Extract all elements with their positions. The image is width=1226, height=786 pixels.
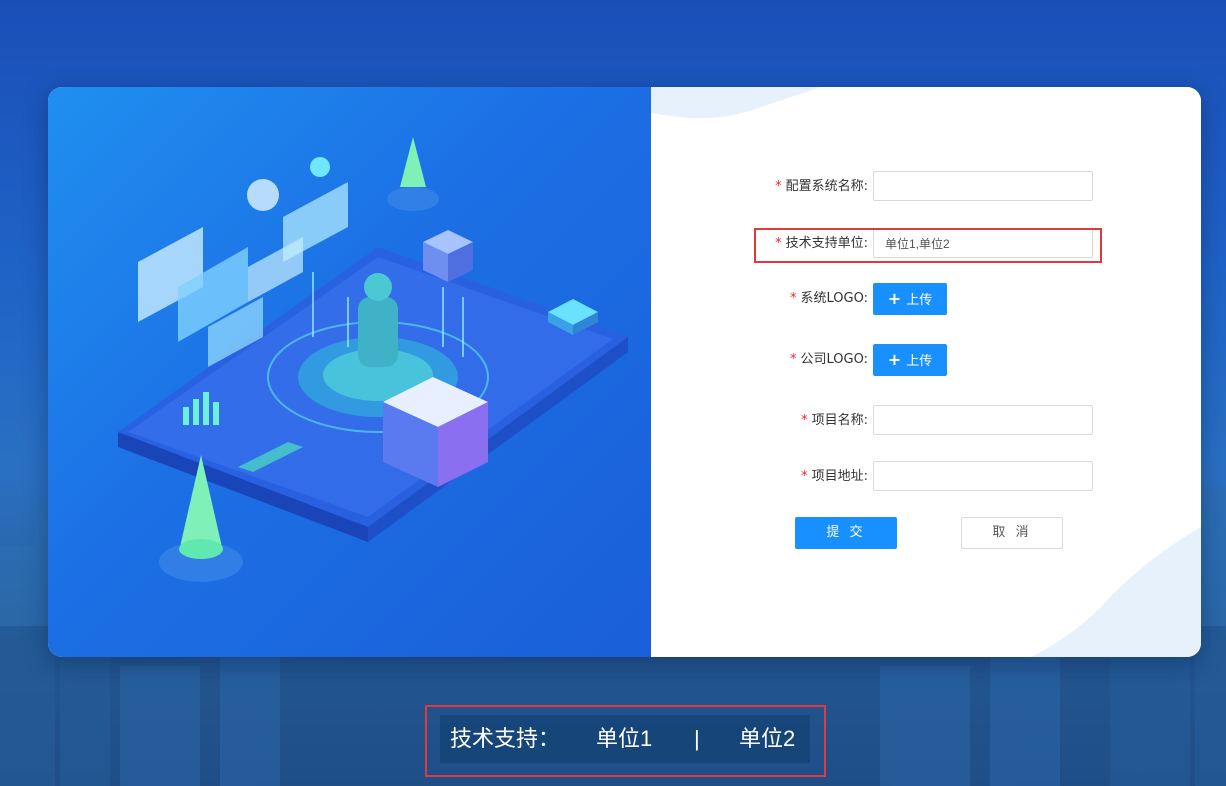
system-name-input[interactable] <box>873 171 1093 201</box>
isometric-illustration <box>48 87 651 657</box>
highlight-box-form <box>754 228 1102 263</box>
company-logo-label: * 公司LOGO: <box>790 352 868 367</box>
login-config-panel: * 配置系统名称: * 技术支持单位: 单位1,单位2 * 系统LOGO: + 上传 *… <box>48 87 1201 657</box>
cancel-button[interactable]: 取 消 <box>961 517 1063 549</box>
field-system-name: * 配置系统名称: <box>651 171 1201 203</box>
system-logo-label: * 系统LOGO: <box>790 291 868 306</box>
project-name-label: * 项目名称: <box>801 413 868 428</box>
project-name-input[interactable] <box>873 405 1093 435</box>
required-mark: * <box>790 352 797 367</box>
required-mark: * <box>790 291 797 306</box>
field-company-logo: * 公司LOGO: + 上传 <box>651 344 1201 376</box>
required-mark: * <box>801 469 808 484</box>
required-mark: * <box>775 179 782 194</box>
field-system-logo: * 系统LOGO: + 上传 <box>651 283 1201 315</box>
required-mark: * <box>801 413 808 428</box>
project-address-input[interactable] <box>873 461 1093 491</box>
plus-icon: + <box>887 350 902 369</box>
footer-separator: | <box>694 726 700 751</box>
field-project-address: * 项目地址: <box>651 461 1201 493</box>
footer-prefix: 技术支持： <box>450 726 561 751</box>
tech-illustration-icon <box>118 137 628 582</box>
field-project-name: * 项目名称: <box>651 405 1201 437</box>
company-logo-upload-button[interactable]: + 上传 <box>873 344 947 376</box>
system-name-label: * 配置系统名称: <box>775 179 868 194</box>
footer-unit2: 单位2 <box>739 726 796 751</box>
project-address-label: * 项目地址: <box>801 469 868 484</box>
system-logo-upload-button[interactable]: + 上传 <box>873 283 947 315</box>
tech-support-footer: 技术支持： 单位1 | 单位2 <box>440 715 810 763</box>
submit-button[interactable]: 提 交 <box>795 517 897 549</box>
config-form: * 配置系统名称: * 技术支持单位: 单位1,单位2 * 系统LOGO: + 上传 *… <box>651 87 1201 657</box>
footer-unit1: 单位1 <box>596 726 653 751</box>
decorative-blob-top <box>651 87 821 119</box>
plus-icon: + <box>887 289 902 308</box>
